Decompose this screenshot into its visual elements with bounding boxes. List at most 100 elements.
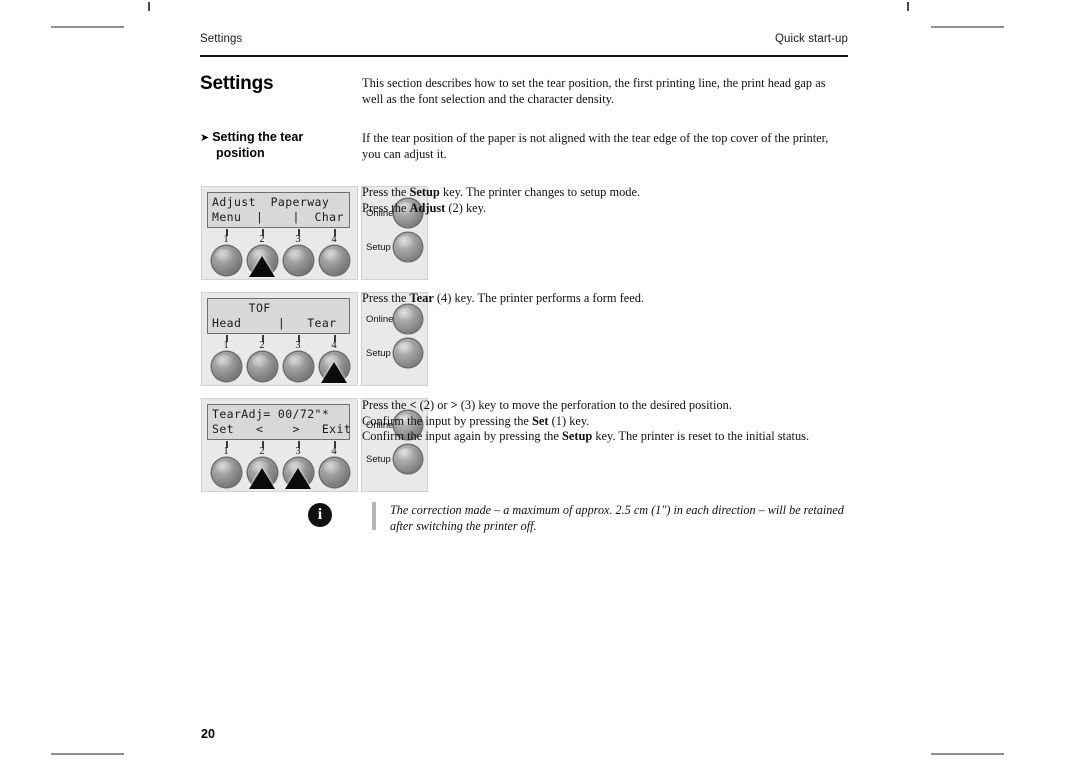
step-3-l1-pre: Press the	[362, 398, 410, 412]
setup-control-1: Setup	[366, 233, 424, 263]
step-3-l3-pre: Confirm the input again by pressing the	[362, 429, 562, 444]
press-indicator-button-4	[321, 362, 347, 383]
panel-button-1[interactable]	[212, 458, 241, 487]
lcd-line-1: TearAdj= 00/72"*	[212, 407, 330, 421]
step-3-instructions: Press the < (2) or > (3) key to move the…	[362, 398, 849, 445]
info-icon: i	[308, 503, 332, 527]
crop-mark-bottom-left	[51, 753, 124, 755]
note-block: i The correction made – a maximum of app…	[308, 500, 853, 540]
panel-main-1: Adjust Paperway Menu | | Char 1 2 3 4	[201, 186, 358, 280]
button-row-3	[207, 458, 350, 489]
step-3-line-3: Confirm the input again by pressing the …	[362, 429, 849, 445]
button-row-1	[207, 246, 350, 277]
crop-mark-top-right	[931, 26, 1004, 28]
panel-button-2[interactable]	[248, 352, 277, 381]
setup-button[interactable]	[394, 445, 422, 473]
section-description: If the tear position of the paper is not…	[362, 131, 829, 161]
lcd-line-2: Set < > Exit	[212, 422, 352, 436]
step-2-instructions: Press the Tear (4) key. The printer perf…	[362, 291, 849, 307]
press-indicator-button-2	[249, 468, 275, 489]
step-3-l2-key: Set	[532, 413, 549, 428]
lcd-line-2: Menu | | Char	[212, 210, 344, 224]
lcd-line-1: Adjust Paperway	[212, 195, 330, 209]
step-1-l1-pre: Press the	[362, 185, 410, 199]
info-icon-glyph: i	[317, 506, 323, 523]
page-title: Settings	[200, 73, 274, 94]
button-number-4: 4	[331, 234, 337, 245]
note-accent-bar	[372, 502, 376, 530]
document-page: Settings Quick start-up Settings This se…	[0, 0, 1080, 763]
step-3-l1-key-a: <	[409, 398, 417, 412]
lcd-display-2: TOF Head | Tear	[207, 298, 350, 334]
step-1-l2-pre: Press the	[362, 200, 410, 215]
button-row-2	[207, 352, 350, 383]
step-3-l1-post: (3) key to move the perforation to the d…	[457, 398, 732, 412]
step-1-l1-key: Setup	[409, 185, 440, 199]
step-3-l2-post: (1) key.	[548, 413, 590, 428]
crop-tick-top-right	[907, 2, 909, 11]
step-1-line-2: Press the Adjust (2) key.	[362, 201, 849, 217]
header-section-title: Settings	[200, 33, 243, 45]
setup-control-3: Setup	[366, 445, 424, 475]
section-heading-line1: Setting the tear	[212, 130, 304, 144]
button-number-4: 4	[331, 340, 337, 351]
button-number-4: 4	[331, 446, 337, 457]
running-header: Settings Quick start-up	[200, 33, 848, 55]
step-2-l1-key: Tear	[409, 291, 434, 305]
step-1-instructions: Press the Setup key. The printer changes…	[362, 185, 849, 216]
header-book-title: Quick start-up	[775, 33, 848, 45]
button-ticks-3: 1 2 3 4	[207, 441, 350, 459]
press-indicator-button-3	[285, 468, 311, 489]
arrow-bullet-icon: ➤	[200, 131, 210, 144]
setup-label: Setup	[366, 454, 391, 465]
panel-button-1[interactable]	[212, 246, 241, 275]
step-2-l1-pre: Press the	[362, 291, 410, 305]
lcd-display-1: Adjust Paperway Menu | | Char	[207, 192, 350, 228]
crop-mark-top-left	[51, 26, 124, 28]
button-number-3: 3	[295, 340, 301, 351]
crop-mark-bottom-right	[931, 753, 1004, 755]
panel-button-3[interactable]	[284, 352, 313, 381]
step-2-line-1: Press the Tear (4) key. The printer perf…	[362, 291, 849, 307]
lcd-line-2: Head | Tear	[212, 316, 337, 330]
online-label: Online	[366, 314, 394, 325]
panel-main-2: TOF Head | Tear 1 2 3 4	[201, 292, 358, 386]
crop-tick-top-left	[148, 2, 150, 11]
setup-control-2: Setup	[366, 339, 424, 369]
panel-button-4[interactable]	[320, 246, 349, 275]
setup-button[interactable]	[394, 339, 422, 367]
button-number-1: 1	[223, 234, 229, 245]
header-rule	[200, 55, 848, 57]
step-1-l2-post: (2) key.	[445, 200, 487, 215]
panel-button-1[interactable]	[212, 352, 241, 381]
lcd-line-1: TOF	[212, 301, 271, 315]
button-number-2: 2	[259, 340, 265, 351]
step-3-l3-key: Setup	[561, 429, 593, 444]
step-2-l1-post: (4) key. The printer performs a form fee…	[433, 291, 645, 305]
setup-button[interactable]	[394, 233, 422, 261]
online-button[interactable]	[394, 305, 422, 333]
page-number: 20	[201, 727, 215, 741]
step-3-l2-pre: Confirm the input by pressing the	[362, 413, 533, 428]
button-ticks-1: 1 2 3 4	[207, 229, 350, 247]
section-heading: ➤ Setting the tear position	[200, 130, 350, 161]
press-indicator-button-2	[249, 256, 275, 277]
setup-label: Setup	[366, 242, 391, 253]
note-text: The correction made – a maximum of appro…	[390, 503, 844, 533]
button-number-3: 3	[295, 234, 301, 245]
step-3-l1-mid: (2) or	[416, 398, 451, 412]
setup-label: Setup	[366, 348, 391, 359]
section-heading-line2: position	[216, 145, 265, 160]
online-control-2: Online	[366, 305, 424, 335]
panel-button-3[interactable]	[284, 246, 313, 275]
intro-paragraph: This section describes how to set the te…	[362, 76, 826, 106]
button-number-1: 1	[223, 340, 229, 351]
step-1-line-1: Press the Setup key. The printer changes…	[362, 185, 849, 201]
step-1-l2-key: Adjust	[409, 200, 446, 215]
button-ticks-2: 1 2 3 4	[207, 335, 350, 353]
button-number-2: 2	[259, 446, 265, 457]
button-number-2: 2	[259, 234, 265, 245]
panel-button-4[interactable]	[320, 458, 349, 487]
button-number-3: 3	[295, 446, 301, 457]
step-1-l1-post: key. The printer changes to setup mode.	[439, 185, 641, 199]
